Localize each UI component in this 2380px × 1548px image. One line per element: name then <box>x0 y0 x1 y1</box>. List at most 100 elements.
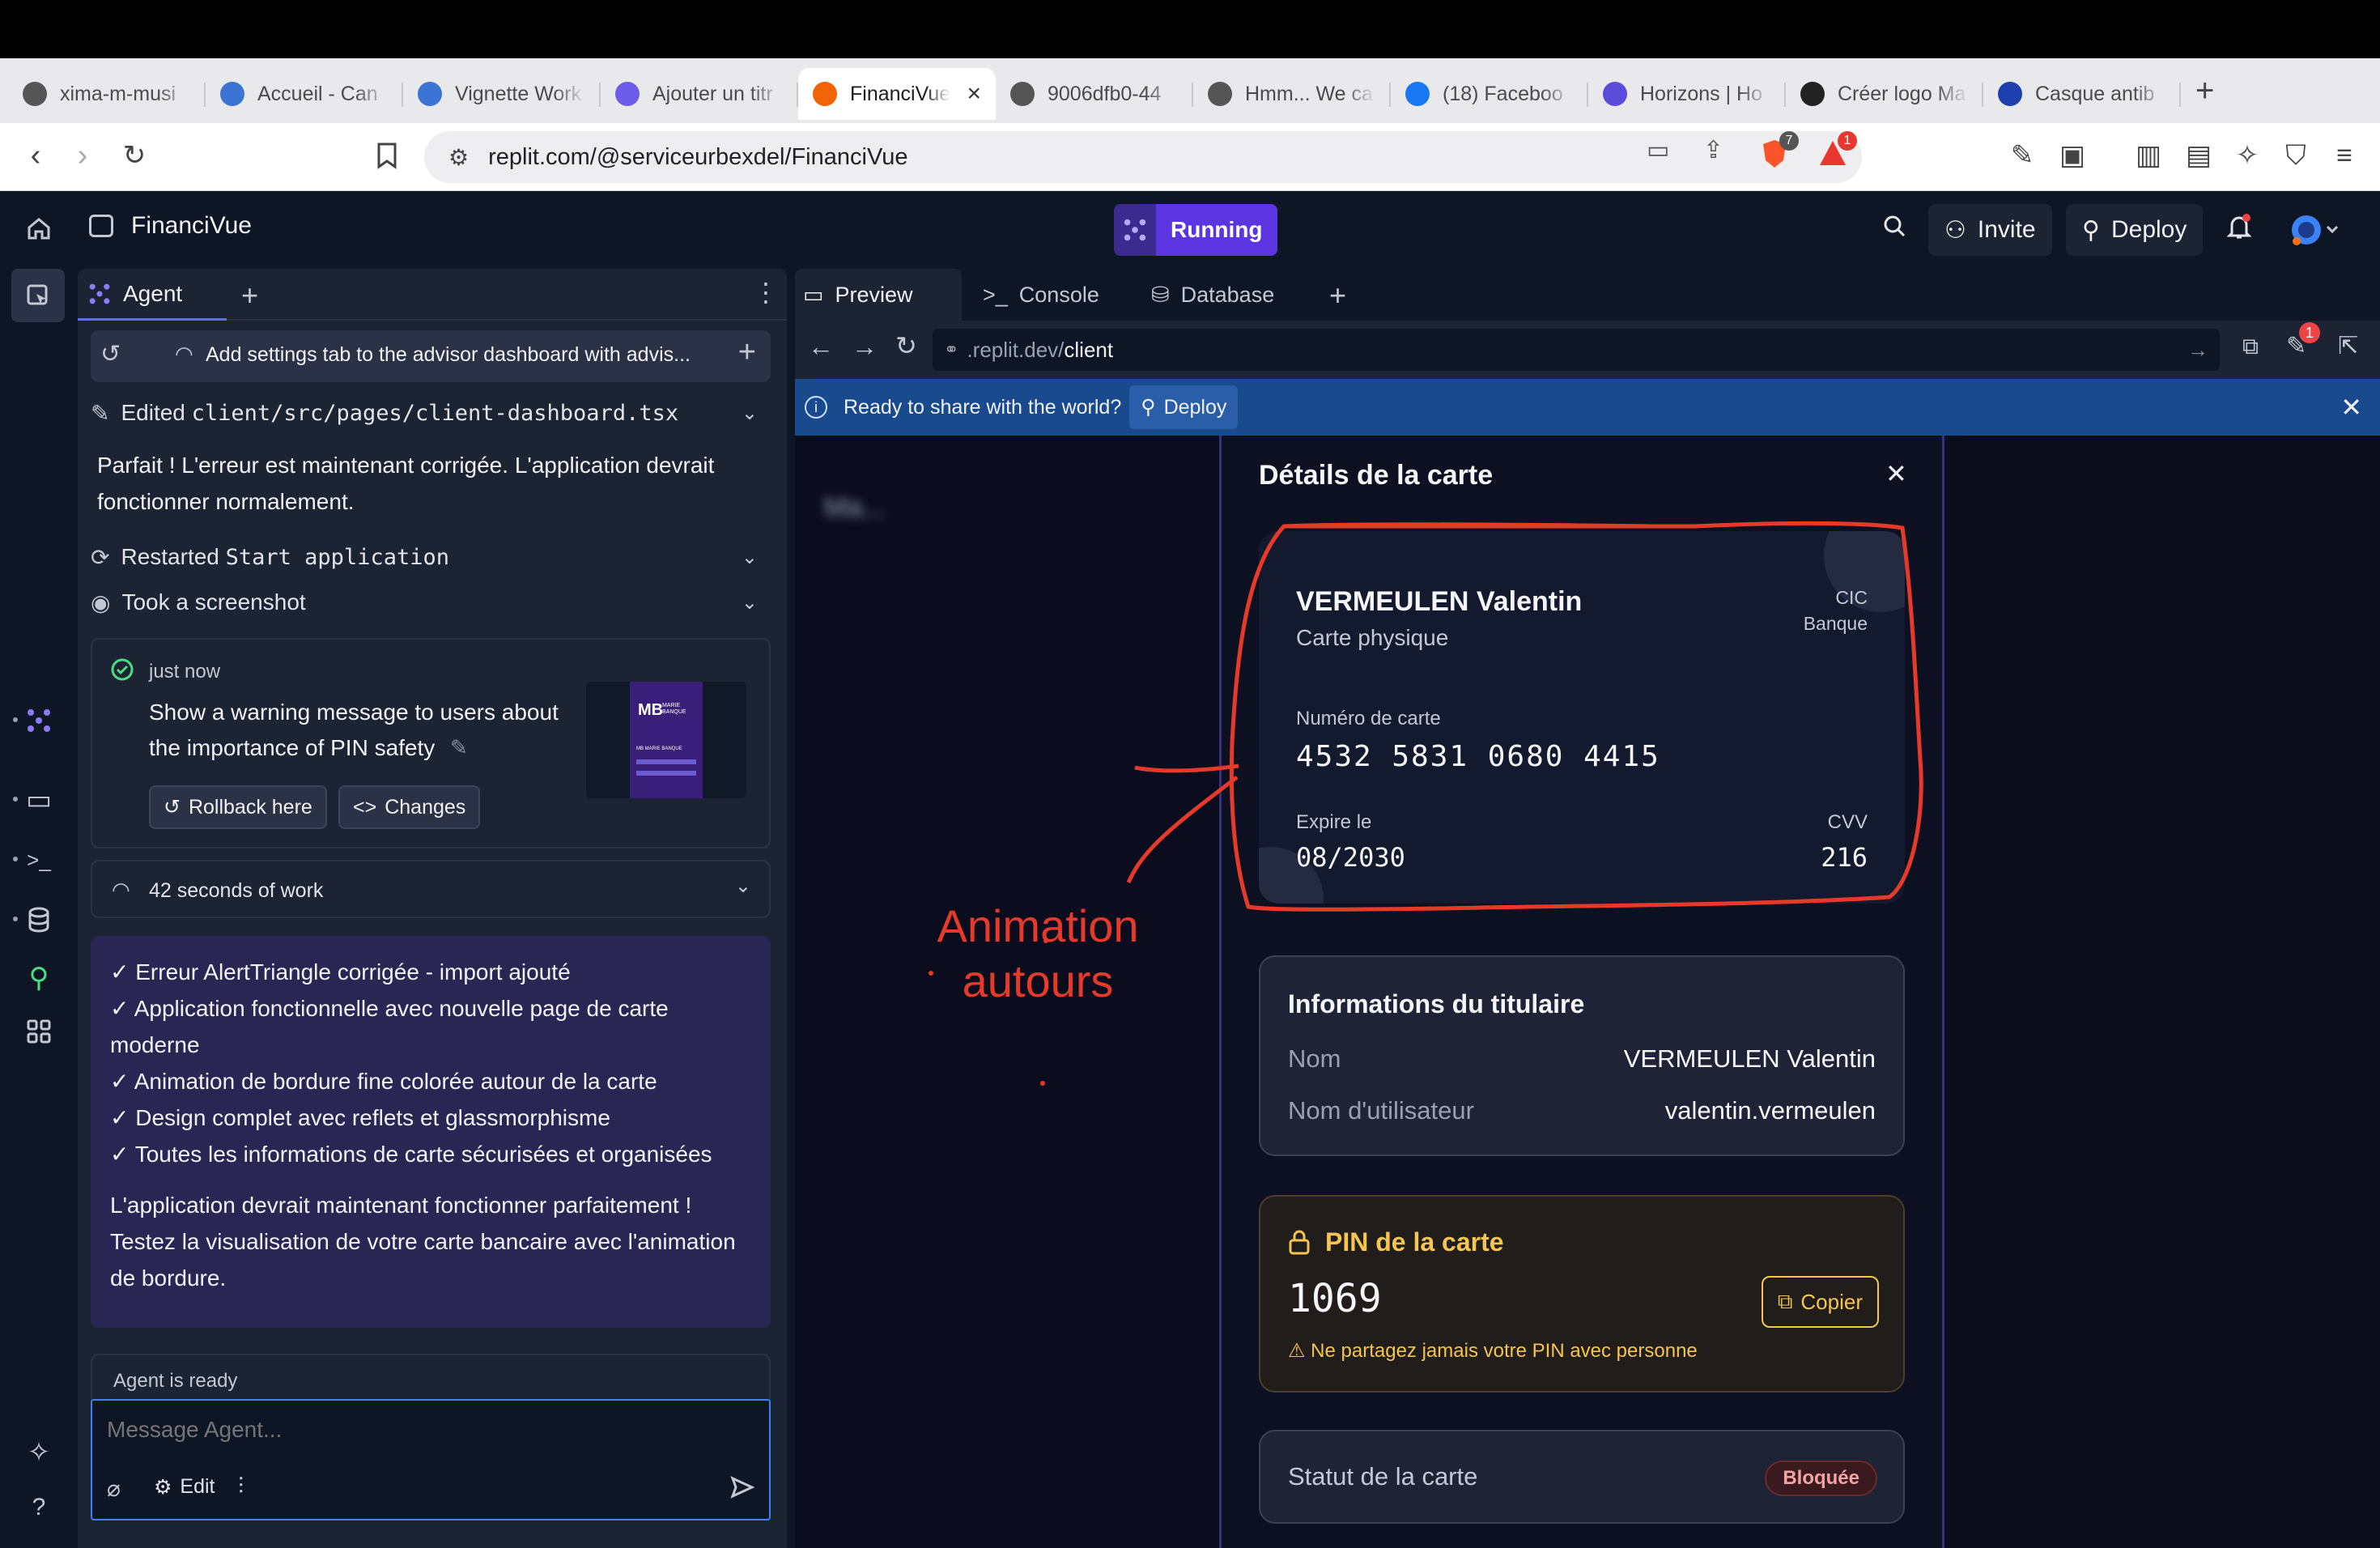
browser-tab[interactable]: 9006dfb0-44 <box>996 68 1193 120</box>
browser-tab[interactable]: xima-m-musi <box>8 68 206 120</box>
share-icon[interactable]: ⇪ <box>1703 136 1723 165</box>
pencil-icon[interactable]: ✎ <box>450 735 468 760</box>
forward-icon[interactable]: → <box>852 332 878 362</box>
chevron-down-icon[interactable]: ⌄ <box>742 402 758 425</box>
extensions-icon[interactable]: ✎ <box>2006 139 2038 172</box>
rollback-button[interactable]: ↺ Rollback here <box>149 785 327 829</box>
notifications-icon[interactable] <box>2223 214 2255 246</box>
tab-database[interactable]: ⛁ Database <box>1141 269 1274 321</box>
browser-tab[interactable]: Hmm... We ca <box>1193 68 1391 120</box>
sliders-icon[interactable]: ⫶ <box>238 1474 244 1500</box>
chevron-down-icon[interactable]: ⌄ <box>742 546 758 569</box>
preview-url-path: client <box>1064 337 1114 362</box>
site-settings-icon[interactable]: ⚙ <box>448 144 469 171</box>
agent-pane-tabs: Agent + ⋮ <box>78 269 787 321</box>
more-options-icon[interactable]: ⋮ <box>753 277 779 308</box>
edit-mode-button[interactable]: ⚙ Edit <box>154 1475 215 1499</box>
webview-icon[interactable]: ▭ <box>19 780 58 819</box>
tab-separator <box>2179 83 2181 107</box>
app-preview: Ma... Animation autours Détails de la ca… <box>795 436 2380 1548</box>
run-status-button[interactable]: Running <box>1114 204 1277 256</box>
invite-button[interactable]: ⚇ Invite <box>1928 204 2052 256</box>
message-input[interactable] <box>107 1414 746 1446</box>
cast-icon[interactable]: ▭ <box>1647 136 1669 165</box>
send-icon[interactable] <box>730 1475 754 1499</box>
progress-icon: ◠ <box>175 342 193 366</box>
forward-button[interactable]: › <box>65 138 100 173</box>
browser-tab-label: Horizons | Ho <box>1640 82 1762 105</box>
screenshot-thumbnail[interactable]: MB MARIE BANQUE MB MARIE BANQUE <box>586 682 746 798</box>
database-icon[interactable] <box>19 900 58 939</box>
wallet-icon[interactable]: ▤ <box>2182 139 2215 172</box>
tab-console[interactable]: >_ Console <box>973 269 1099 321</box>
go-icon[interactable]: → <box>2187 338 2208 363</box>
add-tab-button[interactable]: + <box>241 279 258 313</box>
status-badge: Bloquée <box>1765 1461 1877 1496</box>
banner-deploy-button[interactable]: ⚲ Deploy <box>1129 385 1239 429</box>
add-user-icon: ⚇ <box>1944 216 1966 244</box>
sidebar-icon[interactable]: ▥ <box>2132 139 2165 172</box>
back-button[interactable]: ‹ <box>18 138 53 173</box>
new-tab-button[interactable]: + <box>2195 73 2214 109</box>
files-icon[interactable] <box>11 269 65 322</box>
tab-preview[interactable]: ▭ Preview <box>795 269 962 321</box>
deploy-button[interactable]: ⚲ Deploy <box>2066 204 2204 256</box>
restarted-row[interactable]: ⟳ Restarted Start application ⌄ <box>91 541 771 573</box>
theme-icon[interactable]: ✧ <box>19 1433 58 1472</box>
work-time-row[interactable]: ◠ 42 seconds of work ⌄ <box>91 860 771 918</box>
changes-button[interactable]: <> Changes <box>338 785 481 829</box>
pin-title: PIN de la carte <box>1325 1227 1504 1257</box>
screenshot-row[interactable]: ◉ Took a screenshot ⌄ <box>91 586 771 619</box>
browser-tab[interactable]: Ajouter un titr <box>601 68 798 120</box>
browser-tab[interactable]: Accueil - Can <box>206 68 403 120</box>
chevron-down-icon[interactable]: ⌄ <box>735 874 751 898</box>
openai-icon <box>1800 82 1825 106</box>
agent-summary: ✓ Erreur AlertTriangle corrigée - import… <box>91 936 771 1328</box>
avatar[interactable] <box>2286 214 2343 246</box>
agent-icon[interactable] <box>19 701 58 740</box>
browser-tab[interactable]: Vignette Work <box>403 68 601 120</box>
browser-tab[interactable]: Créer logo Ma <box>1786 68 1983 120</box>
browser-tab[interactable]: Casque antib <box>1983 68 2181 120</box>
preview-tabs: ▭ Preview >_ Console ⛁ Database + <box>795 269 2380 321</box>
menu-icon[interactable]: ≡ <box>2328 139 2361 172</box>
add-tab-button[interactable]: + <box>1329 279 1346 313</box>
shell-icon[interactable]: >_ <box>19 840 58 879</box>
preview-url-bar[interactable]: ⚭ .replit.dev/client → <box>933 329 2220 371</box>
close-modal-icon[interactable]: ✕ <box>1885 458 1907 489</box>
deployments-icon[interactable]: ⚲ <box>19 959 58 997</box>
help-icon[interactable]: ? <box>19 1488 58 1527</box>
close-tab-icon[interactable]: × <box>967 80 981 108</box>
rollback-label: Rollback here <box>188 795 312 819</box>
all-tools-icon[interactable] <box>19 1012 58 1051</box>
shell-dot <box>13 857 18 861</box>
history-icon[interactable]: ↺ <box>100 340 121 368</box>
copy-pin-button[interactable]: ⧉ Copier <box>1761 1276 1879 1328</box>
brave-rewards-icon[interactable]: 1 <box>1817 131 1857 170</box>
summary-item: ✓ Animation de bordure fine colorée auto… <box>110 1069 657 1094</box>
tab-agent[interactable]: Agent <box>78 269 227 321</box>
bookmark-icon[interactable] <box>369 138 405 173</box>
vpn-icon[interactable]: ⛉ <box>2280 139 2312 172</box>
new-task-button[interactable]: + <box>738 335 756 370</box>
leo-ai-icon[interactable]: ✧ <box>2231 139 2263 172</box>
project-name[interactable]: FinanciVue <box>89 212 252 240</box>
browser-tab[interactable]: Horizons | Ho <box>1588 68 1786 120</box>
edited-file-row[interactable]: ✎ Edited client/src/pages/client-dashboa… <box>91 397 771 429</box>
close-icon[interactable]: ✕ <box>2340 392 2362 423</box>
home-icon[interactable] <box>19 209 58 248</box>
tab-console-label: Console <box>1018 282 1099 307</box>
reload-button[interactable]: ↻ <box>117 138 152 173</box>
devices-icon[interactable]: ⧉ <box>2242 334 2259 360</box>
address-url: replit.com/@serviceurbexdel/FinanciVue <box>488 143 908 170</box>
open-new-tab-icon[interactable]: ⇱ <box>2338 332 2358 360</box>
browser-tab[interactable]: (18) Faceboo <box>1391 68 1588 120</box>
search-icon[interactable] <box>1878 214 1910 246</box>
chevron-down-icon[interactable]: ⌄ <box>742 591 758 615</box>
attach-icon[interactable]: ⌀ <box>107 1475 121 1502</box>
browser-tab[interactable]: FinanciVue × <box>798 68 996 120</box>
brave-shields-icon[interactable]: 7 <box>1758 131 1799 170</box>
back-icon[interactable]: ← <box>808 332 834 362</box>
reload-icon[interactable]: ↻ <box>895 330 917 361</box>
reader-icon[interactable]: ▣ <box>2056 139 2089 172</box>
